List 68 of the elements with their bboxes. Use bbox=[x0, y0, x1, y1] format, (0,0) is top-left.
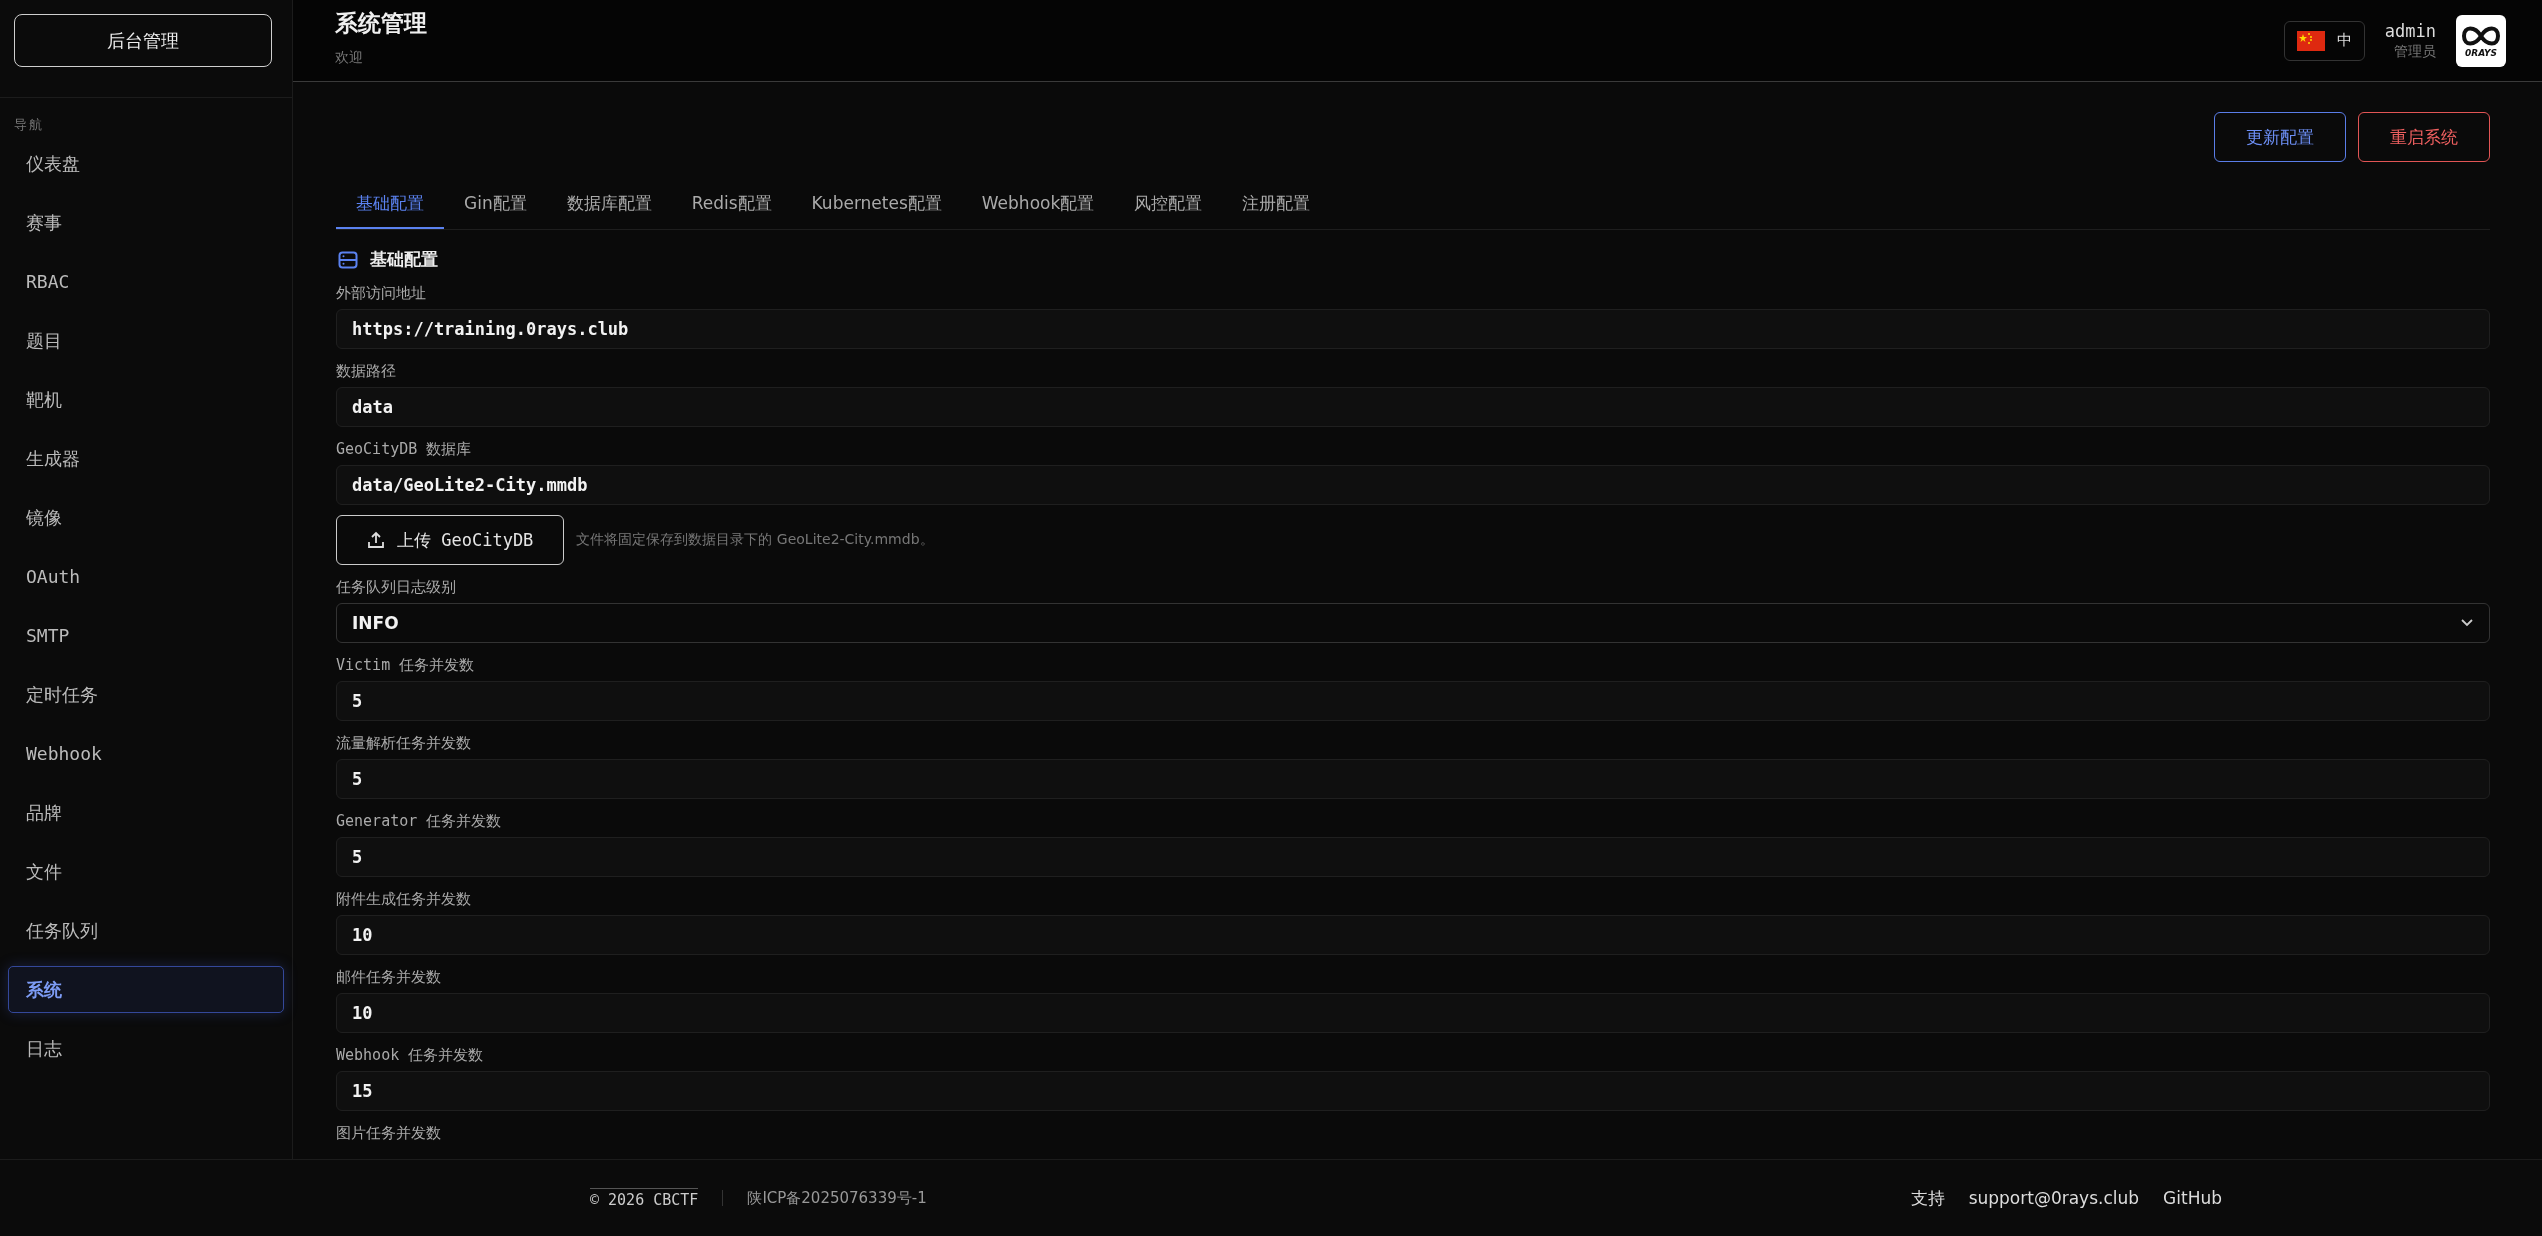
github-link[interactable]: GitHub bbox=[2163, 1188, 2222, 1208]
field-label: Webhook 任务并发数 bbox=[336, 1046, 485, 1065]
field-label: 流量解析任务并发数 bbox=[336, 734, 472, 753]
sidebar-item[interactable]: 仪表盘 bbox=[8, 140, 284, 187]
sidebar-item[interactable]: 靶机 bbox=[8, 376, 284, 423]
sidebar-item[interactable]: 定时任务 bbox=[8, 671, 284, 718]
page-subtitle: 欢迎 bbox=[335, 49, 364, 67]
sidebar-item[interactable]: OAuth bbox=[8, 553, 284, 600]
tab[interactable]: Webhook配置 bbox=[961, 182, 1115, 229]
logo-avatar[interactable]: 0RAYS bbox=[2456, 14, 2506, 67]
upload-hint: 文件将固定保存到数据目录下的 GeoLite2-City.mmdb。 bbox=[576, 531, 934, 549]
tab[interactable]: 风控配置 bbox=[1114, 182, 1223, 229]
field-label: Generator 任务并发数 bbox=[336, 812, 503, 831]
chevron-down-icon bbox=[2460, 618, 2474, 628]
sidebar-item[interactable]: 镜像 bbox=[8, 494, 284, 541]
logo-text: 0RAYS bbox=[2464, 47, 2498, 58]
update-button[interactable]: 更新配置 bbox=[2214, 112, 2346, 162]
field-label: Victim 任务并发数 bbox=[336, 656, 476, 675]
server-icon bbox=[338, 250, 358, 269]
tab[interactable]: Redis配置 bbox=[671, 182, 792, 229]
upload-icon bbox=[367, 531, 385, 549]
input-field[interactable]: 15 bbox=[336, 1071, 2490, 1111]
page-title: 系统管理 bbox=[335, 9, 427, 38]
icp-link[interactable]: 陕ICP备2025076339号-1 bbox=[747, 1188, 927, 1208]
china-flag-icon bbox=[2296, 30, 2325, 51]
input-field[interactable]: 10 bbox=[336, 993, 2490, 1033]
input-field[interactable]: 5 bbox=[336, 837, 2490, 877]
sidebar-item[interactable]: 系统 bbox=[8, 966, 284, 1013]
tab[interactable]: 基础配置 bbox=[336, 182, 444, 229]
input-field[interactable]: data bbox=[336, 387, 2490, 427]
field-label: 图片任务并发数 bbox=[336, 1124, 442, 1143]
input-field[interactable]: https://training.0rays.club bbox=[336, 309, 2490, 349]
user-role: 管理员 bbox=[2393, 42, 2436, 61]
upload-button[interactable]: 上传 GeoCityDB bbox=[336, 515, 565, 565]
tab[interactable]: 数据库配置 bbox=[546, 182, 672, 229]
brand-button[interactable]: 后台管理 bbox=[14, 14, 272, 67]
field-label: 邮件任务并发数 bbox=[336, 968, 442, 987]
input-field[interactable]: 5 bbox=[336, 759, 2490, 799]
input-field[interactable]: data/GeoLite2-City.mmdb bbox=[336, 465, 2490, 505]
sidebar-item[interactable]: SMTP bbox=[8, 612, 284, 659]
field-label: 附件生成任务并发数 bbox=[336, 890, 472, 909]
sidebar-item[interactable]: 任务队列 bbox=[8, 907, 284, 954]
language-button[interactable]: 中 bbox=[2283, 20, 2365, 61]
sidebar-item[interactable]: 文件 bbox=[8, 848, 284, 895]
sidebar-item[interactable]: Webhook bbox=[8, 730, 284, 777]
email-link[interactable]: support@0rays.club bbox=[1968, 1188, 2140, 1208]
sidebar-item[interactable]: 日志 bbox=[8, 1025, 284, 1072]
field-label: GeoCityDB 数据库 bbox=[336, 440, 473, 459]
tab[interactable]: Kubernetes配置 bbox=[791, 182, 962, 229]
sidebar-item[interactable]: 题目 bbox=[8, 317, 284, 364]
input-field[interactable]: 5 bbox=[336, 681, 2490, 721]
copyright-text: © 2026 CBCTF bbox=[590, 1187, 699, 1209]
sidebar-item[interactable]: 品牌 bbox=[8, 789, 284, 836]
sidebar-item[interactable]: 赛事 bbox=[8, 199, 284, 246]
sidebar-item[interactable]: 生成器 bbox=[8, 435, 284, 482]
user-name: admin bbox=[2384, 20, 2436, 41]
tab[interactable]: Gin配置 bbox=[444, 182, 547, 229]
support-label: 支持 bbox=[1910, 1186, 1945, 1210]
input-field[interactable]: 10 bbox=[336, 915, 2490, 955]
select-field[interactable]: INFO bbox=[336, 603, 2490, 643]
restart-button[interactable]: 重启系统 bbox=[2358, 112, 2490, 162]
sidebar-item[interactable]: RBAC bbox=[8, 258, 284, 305]
field-label: 数据路径 bbox=[336, 362, 397, 381]
nav-section-title: 导航 bbox=[13, 116, 45, 134]
tab[interactable]: 注册配置 bbox=[1222, 182, 1331, 229]
section-title: 基础配置 bbox=[370, 248, 438, 271]
field-label: 外部访问地址 bbox=[336, 284, 427, 303]
field-label: 任务队列日志级别 bbox=[336, 578, 457, 597]
